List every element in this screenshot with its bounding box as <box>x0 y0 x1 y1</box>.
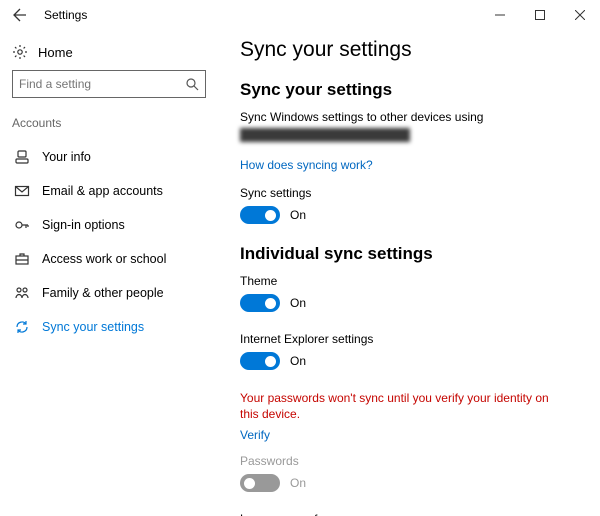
sidebar-item-access-work-or-school[interactable]: Access work or school <box>12 242 206 276</box>
sync-settings-state: On <box>290 208 306 222</box>
sidebar-item-label: Family & other people <box>42 286 164 300</box>
sidebar-item-label: Sync your settings <box>42 320 144 334</box>
password-warning: Your passwords won't sync until you veri… <box>240 390 580 422</box>
family-icon <box>14 285 30 301</box>
verify-link[interactable]: Verify <box>240 428 270 442</box>
key-icon <box>14 217 30 233</box>
sidebar-item-label: Sign-in options <box>42 218 125 232</box>
page-title: Sync your settings <box>240 38 580 62</box>
title-bar: Settings <box>0 0 600 30</box>
sidebar-item-sign-in-options[interactable]: Sign-in options <box>12 208 206 242</box>
gear-icon <box>12 44 28 60</box>
sidebar-item-sync-your-settings[interactable]: Sync your settings <box>12 310 206 344</box>
sidebar: Home Accounts Your info Email & app accou… <box>0 30 218 516</box>
sidebar-item-family-other-people[interactable]: Family & other people <box>12 276 206 310</box>
briefcase-icon <box>14 251 30 267</box>
back-button[interactable] <box>0 0 40 30</box>
sync-description: Sync Windows settings to other devices u… <box>240 110 580 124</box>
home-nav[interactable]: Home <box>12 38 206 70</box>
search-input-container[interactable] <box>12 70 206 98</box>
language-preferences-label: Language preferences <box>240 512 580 516</box>
window-title: Settings <box>40 8 480 22</box>
search-input[interactable] <box>19 77 185 91</box>
home-label: Home <box>38 45 73 60</box>
mail-icon <box>14 183 30 199</box>
passwords-label: Passwords <box>240 454 580 468</box>
sidebar-item-label: Email & app accounts <box>42 184 163 198</box>
maximize-icon <box>535 10 545 20</box>
section-individual-heading: Individual sync settings <box>240 244 580 264</box>
sidebar-item-email-app-accounts[interactable]: Email & app accounts <box>12 174 206 208</box>
window-controls <box>480 0 600 30</box>
content-pane[interactable]: Sync your settings Sync your settings Sy… <box>218 30 600 516</box>
section-sync-heading: Sync your settings <box>240 80 580 100</box>
sidebar-item-label: Access work or school <box>42 252 166 266</box>
sync-settings-toggle[interactable] <box>240 206 280 224</box>
minimize-icon <box>495 10 505 20</box>
maximize-button[interactable] <box>520 0 560 30</box>
sync-settings-label: Sync settings <box>240 186 580 200</box>
internet-explorer-settings-toggle[interactable] <box>240 352 280 370</box>
sidebar-item-your-info[interactable]: Your info <box>12 140 206 174</box>
help-link[interactable]: How does syncing work? <box>240 158 373 172</box>
user-icon <box>14 149 30 165</box>
back-arrow-icon <box>12 7 28 23</box>
close-icon <box>575 10 585 20</box>
internet-explorer-settings-state: On <box>290 354 306 368</box>
passwords-state: On <box>290 476 306 490</box>
minimize-button[interactable] <box>480 0 520 30</box>
theme-label: Theme <box>240 274 580 288</box>
sidebar-category-label: Accounts <box>12 116 206 130</box>
theme-toggle[interactable] <box>240 294 280 312</box>
internet-explorer-settings-label: Internet Explorer settings <box>240 332 580 346</box>
theme-state: On <box>290 296 306 310</box>
sidebar-item-label: Your info <box>42 150 91 164</box>
search-icon <box>185 77 199 91</box>
account-redacted <box>240 128 410 142</box>
sync-icon <box>14 319 30 335</box>
passwords-toggle <box>240 474 280 492</box>
close-button[interactable] <box>560 0 600 30</box>
